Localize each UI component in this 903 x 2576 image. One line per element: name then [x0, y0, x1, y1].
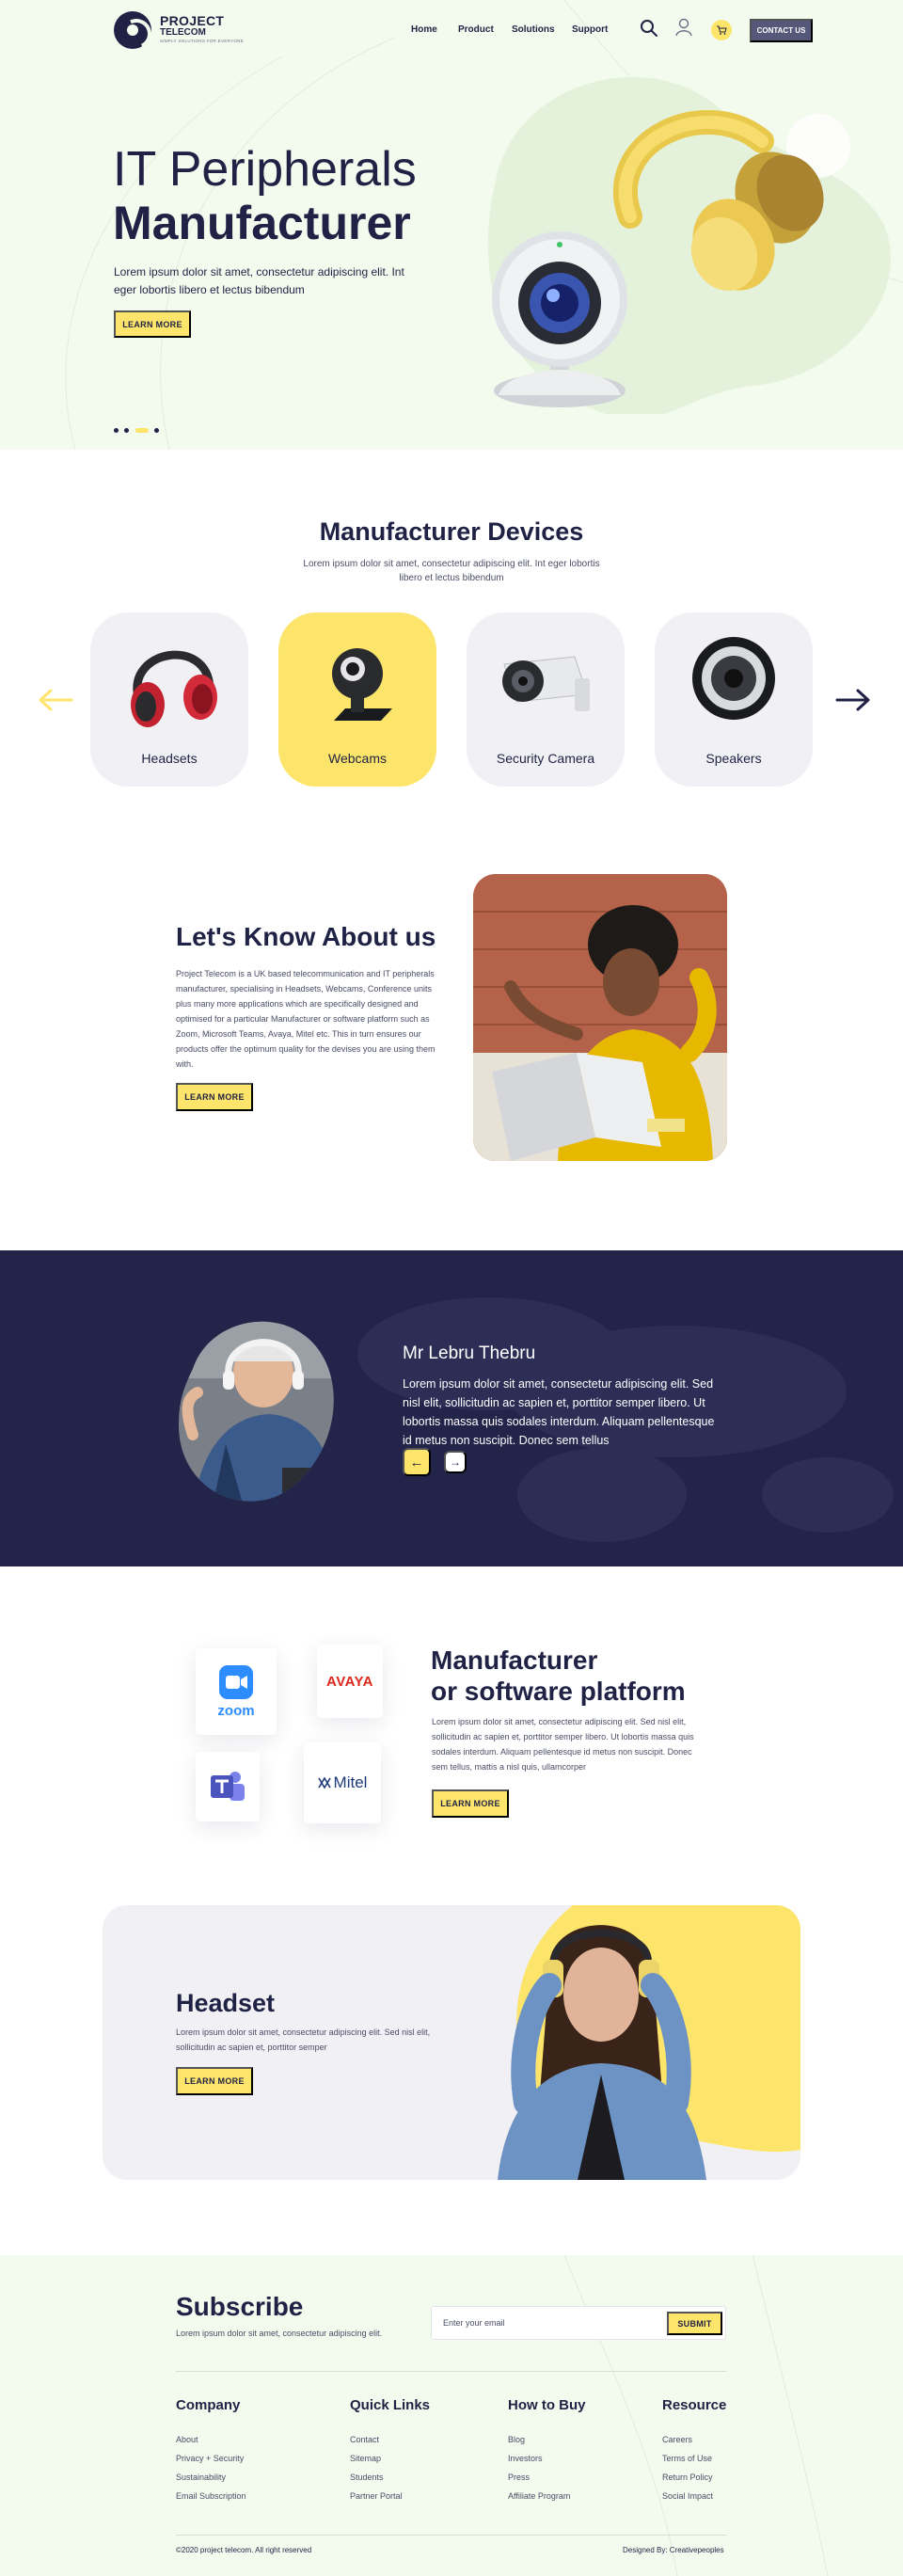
footer-link[interactable]: Investors	[508, 2454, 543, 2463]
platform-title-line1: Manufacturer	[431, 1646, 598, 1675]
footer-link[interactable]: Sustainability	[176, 2473, 226, 2482]
headset-title: Headset	[176, 1989, 276, 2017]
hero-title-bold: Manufacturer	[113, 197, 411, 249]
about-title: Let's Know About us	[176, 922, 436, 951]
webcam-icon	[332, 648, 392, 721]
hero-title-light: IT Peripherals	[113, 142, 417, 197]
copyright-text: ©2020 project telecom. All right reserve…	[176, 2546, 312, 2554]
footer-background-lines	[563, 2255, 829, 2576]
devices-subtitle-2: libero et lectus bibendum	[399, 573, 504, 583]
device-label: Security Camera	[496, 751, 595, 766]
footer-link[interactable]: Sitemap	[350, 2454, 381, 2463]
avaya-logo-text: AVAYA	[325, 1673, 374, 1690]
logo-icon[interactable]	[114, 11, 151, 49]
mitel-logo-card[interactable]: Mitel	[304, 1742, 381, 1823]
nav-home[interactable]: Home	[411, 24, 437, 35]
cart-icon[interactable]	[711, 20, 732, 40]
avaya-logo-card[interactable]: AVAYA	[317, 1645, 383, 1718]
footer-link[interactable]: About	[176, 2435, 198, 2444]
footer-section	[0, 2255, 903, 2576]
hero-section: PROJECT TELECOM SIMPLY SOLUTIONS FOR EVE…	[0, 0, 903, 450]
slider-dot[interactable]	[124, 428, 129, 433]
mitel-icon	[317, 1776, 331, 1789]
device-card-security-camera[interactable]: Security Camera	[467, 612, 625, 787]
devices-subtitle: Lorem ipsum dolor sit amet, consectetur …	[303, 559, 600, 569]
platform-text: Lorem ipsum dolor sit amet, consectetur …	[432, 1717, 694, 1772]
platform-title: Manufacturer or software platform	[431, 1645, 686, 1707]
subscribe-title: Subscribe	[176, 2292, 304, 2321]
device-card-speakers[interactable]: Speakers	[655, 612, 813, 787]
mitel-logo-text: Mitel	[333, 1773, 368, 1791]
slider-dot-active[interactable]	[135, 428, 149, 433]
footer-link[interactable]: Careers	[662, 2435, 692, 2444]
footer-link[interactable]: Partner Portal	[350, 2491, 403, 2501]
speaker-icon	[692, 637, 775, 720]
logo-tagline: SIMPLY SOLUTIONS FOR EVERYONE	[160, 39, 244, 43]
testimonial-prev-button[interactable]: ←	[403, 1448, 431, 1476]
about-photo	[473, 874, 727, 1161]
device-card-headsets[interactable]: Headsets	[90, 612, 248, 787]
nav-product[interactable]: Product	[458, 24, 494, 35]
devices-title: Manufacturer Devices	[319, 517, 584, 546]
user-icon[interactable]	[675, 18, 692, 37]
arrow-left-icon[interactable]	[38, 689, 73, 711]
zoom-logo-card[interactable]: zoom	[196, 1648, 277, 1735]
search-icon[interactable]	[640, 19, 658, 38]
arrow-right-icon[interactable]	[835, 689, 871, 711]
webcam-image	[492, 231, 627, 407]
footer-col-company-title: Company	[176, 2397, 241, 2413]
headphones-icon	[131, 650, 217, 727]
footer-link[interactable]: Privacy + Security	[176, 2454, 244, 2463]
footer-link[interactable]: Students	[350, 2473, 384, 2482]
testimonial-quote: Lorem ipsum dolor sit amet, consectetur …	[403, 1377, 715, 1447]
footer-divider-bottom	[176, 2535, 726, 2536]
teams-icon	[211, 1772, 245, 1801]
footer-link[interactable]: Press	[508, 2473, 530, 2482]
platform-title-line2: or software platform	[431, 1677, 686, 1706]
security-camera-icon	[502, 656, 590, 711]
testimonial-name: Mr Lebru Thebru	[403, 1344, 536, 1363]
hero-learn-more-button[interactable]: LEARN MORE	[114, 310, 191, 338]
device-card-webcams[interactable]: Webcams	[278, 612, 436, 787]
about-learn-more-button[interactable]: LEARN MORE	[176, 1083, 253, 1111]
device-label: Webcams	[328, 751, 387, 766]
logo-text-secondary[interactable]: TELECOM	[160, 27, 206, 38]
device-label: Speakers	[705, 751, 762, 766]
hero-text: Lorem ipsum dolor sit amet, consectetur …	[114, 265, 404, 296]
contact-us-button[interactable]: CONTACT US	[750, 19, 813, 42]
slider-dot[interactable]	[154, 428, 159, 433]
zoom-logo-text: zoom	[217, 1702, 255, 1719]
woman-headset-image	[498, 1925, 706, 2180]
nav-solutions[interactable]: Solutions	[512, 24, 555, 35]
teams-logo-card[interactable]	[196, 1752, 260, 1821]
footer-link[interactable]: Return Policy	[662, 2473, 713, 2482]
headset-text: Lorem ipsum dolor sit amet, consectetur …	[176, 2027, 431, 2052]
zoom-icon	[218, 1664, 253, 1699]
nav-support[interactable]: Support	[572, 24, 608, 35]
slider-dot[interactable]	[114, 428, 119, 433]
footer-divider	[176, 2371, 726, 2372]
platform-learn-more-button[interactable]: LEARN MORE	[432, 1789, 509, 1818]
designed-by-text: Designed By: Creativepeoples	[623, 2546, 724, 2554]
headset-learn-more-button[interactable]: LEARN MORE	[176, 2067, 253, 2095]
footer-link[interactable]: Terms of Use	[662, 2454, 712, 2463]
footer-col-resource-title: Resource	[662, 2397, 727, 2413]
footer-col-quicklinks-title: Quick Links	[350, 2397, 431, 2413]
testimonial-next-button[interactable]: →	[444, 1451, 467, 1473]
subscribe-submit-button[interactable]: SUBMIT	[667, 2312, 722, 2335]
logo-text[interactable]: PROJECT	[160, 13, 224, 28]
woman-laptop-image	[473, 874, 727, 1161]
footer-link[interactable]: Affiliate Program	[508, 2491, 570, 2501]
subscribe-text: Lorem ipsum dolor sit amet, consectetur …	[176, 2329, 383, 2338]
footer-link[interactable]: Email Subscription	[176, 2491, 246, 2501]
footer-col-howtobuy-title: How to Buy	[508, 2397, 586, 2413]
footer-link[interactable]: Blog	[508, 2435, 525, 2444]
about-text: Project Telecom is a UK based telecommun…	[176, 969, 436, 1069]
device-label: Headsets	[141, 751, 198, 766]
footer-link[interactable]: Contact	[350, 2435, 379, 2444]
testimonial-avatar	[174, 1303, 334, 1510]
footer-link[interactable]: Social Impact	[662, 2491, 713, 2501]
